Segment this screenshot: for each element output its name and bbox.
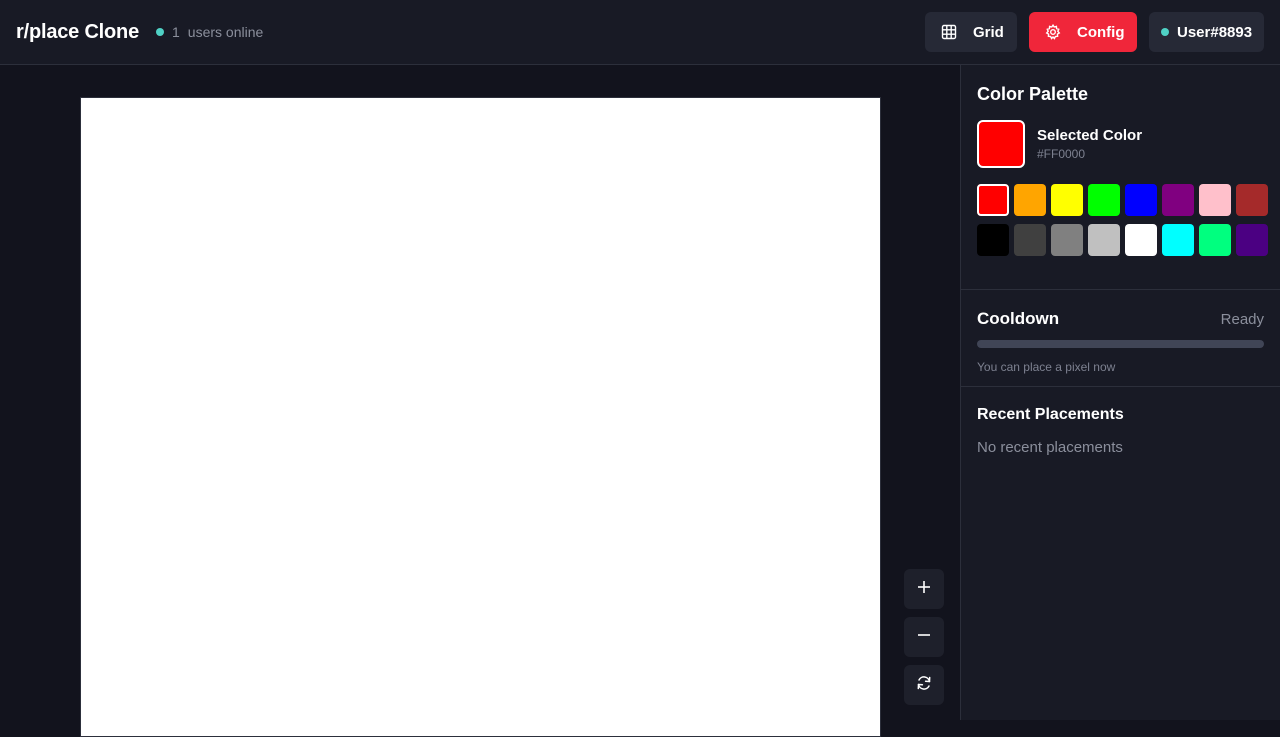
reset-view-button[interactable] xyxy=(904,665,944,705)
gear-icon xyxy=(1045,24,1061,40)
sidebar: Color Palette Selected Color #FF0000 Coo… xyxy=(960,65,1280,720)
color-swatch[interactable] xyxy=(1088,184,1120,216)
top-bar: r/place Clone 1 users online Grid Config… xyxy=(0,0,1280,65)
cooldown-progress-track xyxy=(977,340,1264,348)
grid-toggle-button[interactable]: Grid xyxy=(925,12,1017,52)
refresh-icon xyxy=(916,675,932,696)
color-swatch[interactable] xyxy=(1236,224,1268,256)
color-swatch[interactable] xyxy=(1162,184,1194,216)
recent-placements-empty: No recent placements xyxy=(977,439,1123,456)
cooldown-title: Cooldown xyxy=(977,309,1060,328)
color-swatch[interactable] xyxy=(1125,224,1157,256)
recent-placements-section: Recent Placements No recent placements xyxy=(961,387,1280,456)
selected-color-row: Selected Color #FF0000 xyxy=(977,120,1264,168)
grid-button-label: Grid xyxy=(973,23,1004,41)
color-swatch[interactable] xyxy=(1088,224,1120,256)
color-palette-section: Color Palette Selected Color #FF0000 xyxy=(961,65,1280,290)
selected-color-info: Selected Color #FF0000 xyxy=(1037,127,1142,161)
color-swatch[interactable] xyxy=(1014,224,1046,256)
online-indicator: 1 users online xyxy=(156,24,263,40)
recent-placements-title: Recent Placements xyxy=(977,406,1124,423)
config-button[interactable]: Config xyxy=(1029,12,1137,52)
pixel-canvas[interactable] xyxy=(80,97,881,737)
palette-title: Color Palette xyxy=(977,84,1089,104)
app-title: r/place Clone xyxy=(16,20,139,43)
color-swatch[interactable] xyxy=(1162,224,1194,256)
selected-color-label: Selected Color xyxy=(1037,127,1143,144)
cooldown-header: Cooldown Ready xyxy=(977,309,1264,329)
canvas-area xyxy=(0,65,960,737)
user-status-dot xyxy=(1161,28,1169,36)
grid-icon xyxy=(941,24,957,40)
config-button-label: Config xyxy=(1077,23,1125,41)
color-swatch[interactable] xyxy=(1199,184,1231,216)
online-label: users online xyxy=(187,24,264,40)
selected-color-swatch xyxy=(977,120,1025,168)
color-swatch[interactable] xyxy=(1236,184,1268,216)
user-name: User#8893 xyxy=(1177,23,1253,41)
cooldown-hint: You can place a pixel now xyxy=(977,360,1116,374)
plus-icon xyxy=(917,580,931,599)
header-actions: Grid Config User#8893 xyxy=(925,12,1264,52)
color-swatch[interactable] xyxy=(1051,224,1083,256)
color-swatch[interactable] xyxy=(1125,184,1157,216)
color-swatch[interactable] xyxy=(977,224,1009,256)
online-status-dot xyxy=(156,28,164,36)
color-swatch[interactable] xyxy=(977,184,1009,216)
color-swatch[interactable] xyxy=(1199,224,1231,256)
zoom-in-button[interactable] xyxy=(904,569,944,609)
online-count: 1 xyxy=(172,24,180,40)
color-swatch[interactable] xyxy=(1014,184,1046,216)
color-swatch-grid xyxy=(977,184,1268,256)
selected-color-hex: #FF0000 xyxy=(1037,147,1086,161)
zoom-out-button[interactable] xyxy=(904,617,944,657)
minus-icon xyxy=(917,628,931,647)
color-swatch[interactable] xyxy=(1051,184,1083,216)
user-badge[interactable]: User#8893 xyxy=(1149,12,1264,52)
cooldown-section: Cooldown Ready You can place a pixel now xyxy=(961,290,1280,387)
cooldown-status: Ready xyxy=(1220,310,1264,328)
